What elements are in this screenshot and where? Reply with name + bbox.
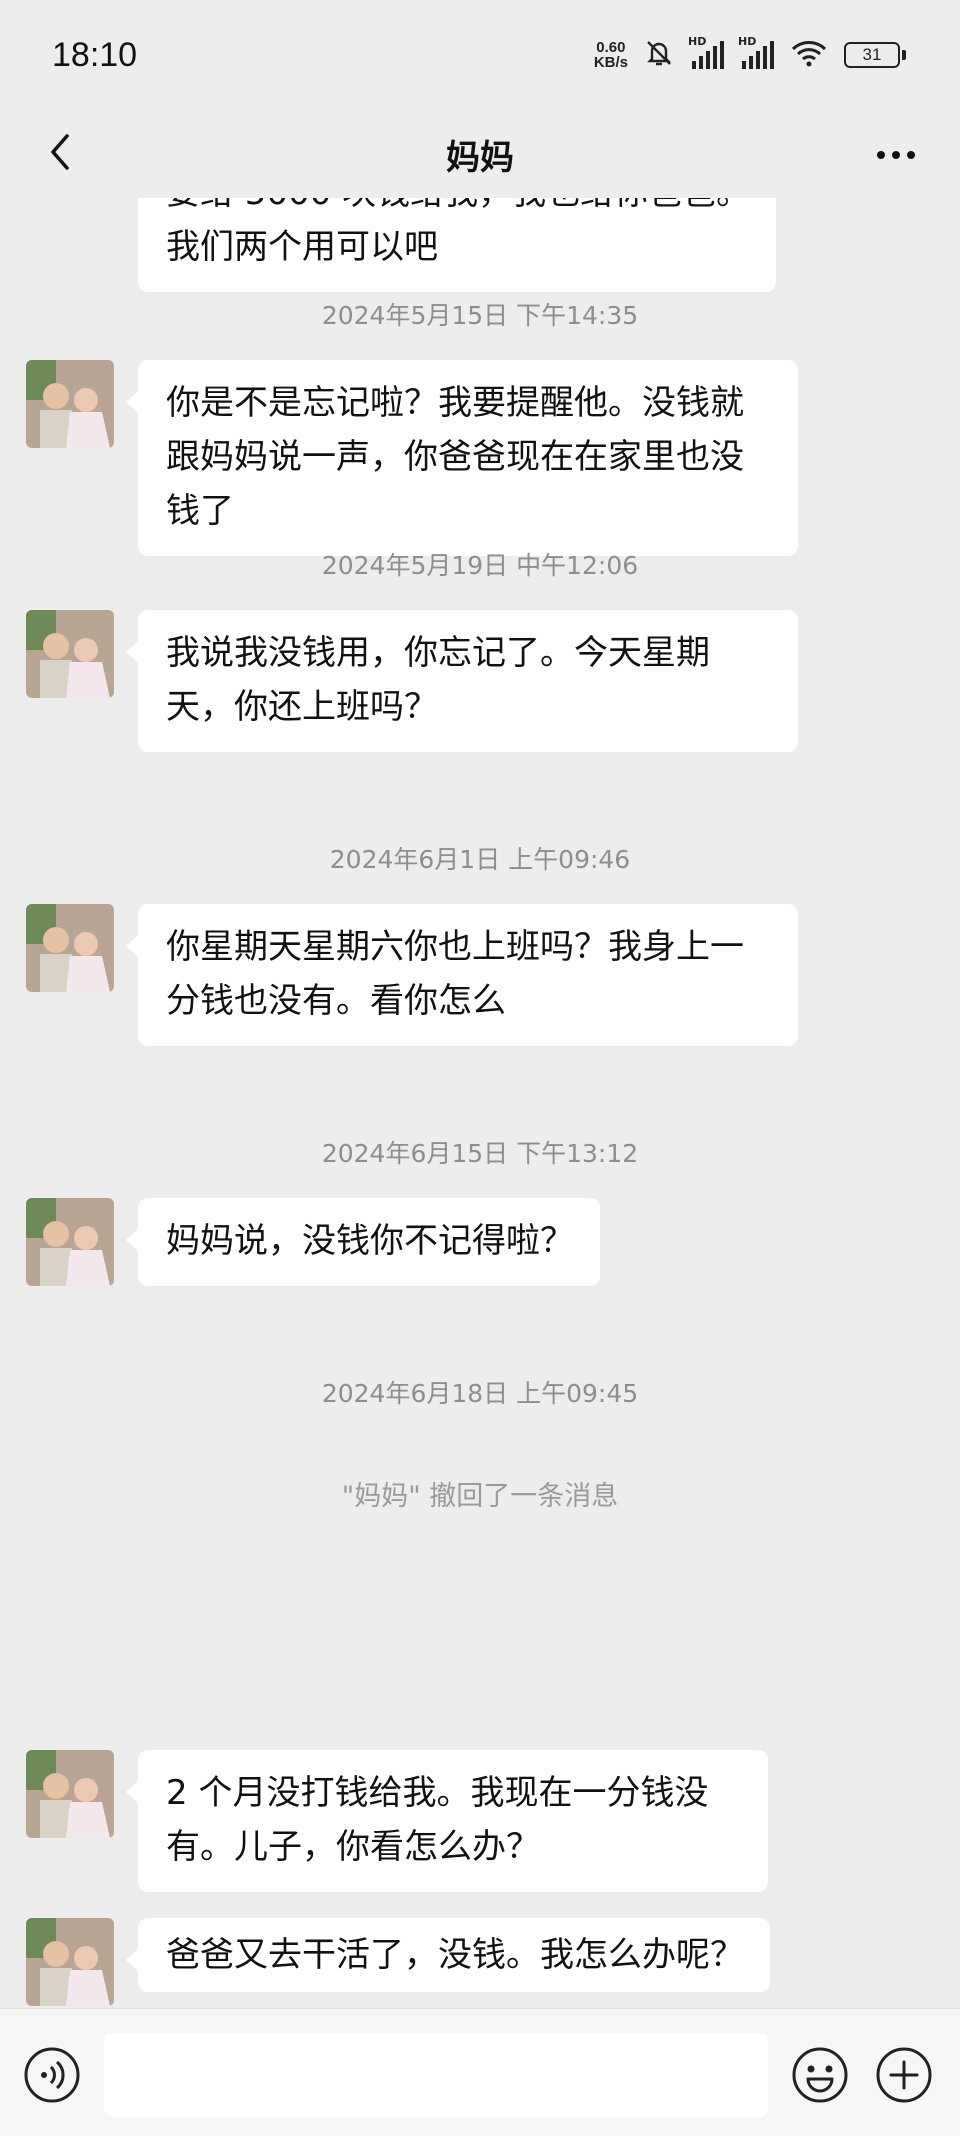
net-speed-value: 0.60 [596, 39, 626, 56]
avatar[interactable] [26, 1750, 114, 1838]
avatar[interactable] [26, 1918, 114, 2006]
message-row: 你星期天星期六你也上班吗？我身上一分钱也没有。看你怎么 [26, 904, 926, 1054]
input-bar [0, 2008, 960, 2136]
battery-level: 31 [844, 42, 900, 68]
status-icons: 0.60 KB/s HD HD 31 [594, 35, 906, 72]
message-bubble[interactable]: 你星期天星期六你也上班吗？我身上一分钱也没有。看你怎么 [126, 904, 798, 1046]
message-text: 妈妈说，没钱你不记得啦？ [166, 1221, 574, 1261]
message-text: 爸爸又去干活了，没钱。我怎么办呢？ [166, 1935, 744, 1975]
message-bubble[interactable]: 妈妈说，没钱你不记得啦？ [126, 1198, 600, 1286]
message-row: 我说我没钱用，你忘记了。今天星期天，你还上班吗？ [26, 610, 926, 760]
message-bubble[interactable]: 你是不是忘记啦？我要提醒他。没钱就跟妈妈说一声，你爸爸现在在家里也没钱了 [126, 360, 798, 556]
wifi-icon [790, 38, 828, 72]
timestamp: 2024年6月18日 上午09:45 [321, 1379, 639, 1408]
message-row: 妈妈说，没钱你不记得啦？ [26, 1198, 926, 1298]
voice-icon [22, 2047, 82, 2109]
timestamp: 2024年5月19日 中午12:06 [321, 551, 639, 580]
mute-bell-icon [644, 38, 674, 72]
emoji-button[interactable] [790, 2045, 850, 2105]
avatar[interactable] [26, 610, 114, 698]
message-text: 我说我没钱用，你忘记了。今天星期天，你还上班吗？ [166, 633, 710, 727]
avatar[interactable] [26, 904, 114, 992]
message-row: 你是不是忘记啦？我要提醒他。没钱就跟妈妈说一声，你爸爸现在在家里也没钱了 [26, 360, 926, 560]
more-dots-icon [876, 145, 916, 164]
battery-icon: 31 [844, 42, 906, 68]
avatar[interactable] [26, 360, 114, 448]
message-input[interactable] [104, 2033, 768, 2117]
signal-icon-2: HD [738, 35, 774, 69]
timestamp: 2024年6月15日 下午13:12 [321, 1139, 639, 1168]
back-button[interactable] [30, 124, 90, 184]
emoji-icon [790, 2047, 850, 2109]
message-text: 要给 5000 块钱给我，我也给你爸爸。 我们两个用可以吧 [166, 198, 750, 267]
status-bar: 18:10 0.60 KB/s HD HD 31 [0, 0, 960, 110]
signal-hd-label-2: HD [738, 35, 757, 48]
signal-hd-label: HD [688, 35, 707, 48]
voice-button[interactable] [22, 2045, 82, 2105]
back-arrow-icon [45, 132, 75, 176]
chat-title: 妈妈 [446, 137, 514, 178]
plus-icon [874, 2047, 934, 2109]
plus-button[interactable] [874, 2045, 934, 2105]
net-speed-unit: KB/s [593, 54, 628, 71]
message-bubble[interactable]: 爸爸又去干活了，没钱。我怎么办呢？ [126, 1918, 770, 1992]
recall-notice: "妈妈" 撤回了一条消息 [341, 1481, 619, 1512]
message-bubble[interactable]: 要给 5000 块钱给我，我也给你爸爸。 我们两个用可以吧 [138, 198, 777, 292]
timestamp: 2024年6月1日 上午09:46 [329, 845, 631, 874]
avatar[interactable] [26, 1198, 114, 1286]
nav-bar: 妈妈 [0, 110, 960, 198]
net-speed: 0.60 KB/s [594, 40, 628, 70]
status-time: 18:10 [52, 35, 138, 74]
message-bubble[interactable]: 我说我没钱用，你忘记了。今天星期天，你还上班吗？ [126, 610, 798, 752]
message-text: 你星期天星期六你也上班吗？我身上一分钱也没有。看你怎么 [166, 927, 744, 1021]
timestamp: 2024年5月15日 下午14:35 [321, 301, 639, 330]
chat-message-list[interactable]: 要给 5000 块钱给我，我也给你爸爸。 我们两个用可以吧 2024年5月15日… [0, 198, 960, 2008]
message-bubble[interactable]: 2 个月没打钱给我。我现在一分钱没有。儿子，你看怎么办？ [126, 1750, 768, 1892]
message-text: 你是不是忘记啦？我要提醒他。没钱就跟妈妈说一声，你爸爸现在在家里也没钱了 [166, 383, 744, 531]
message-text: 2 个月没打钱给我。我现在一分钱没有。儿子，你看怎么办？ [166, 1773, 709, 1867]
signal-icon: HD [688, 35, 724, 69]
more-button[interactable] [866, 124, 926, 184]
